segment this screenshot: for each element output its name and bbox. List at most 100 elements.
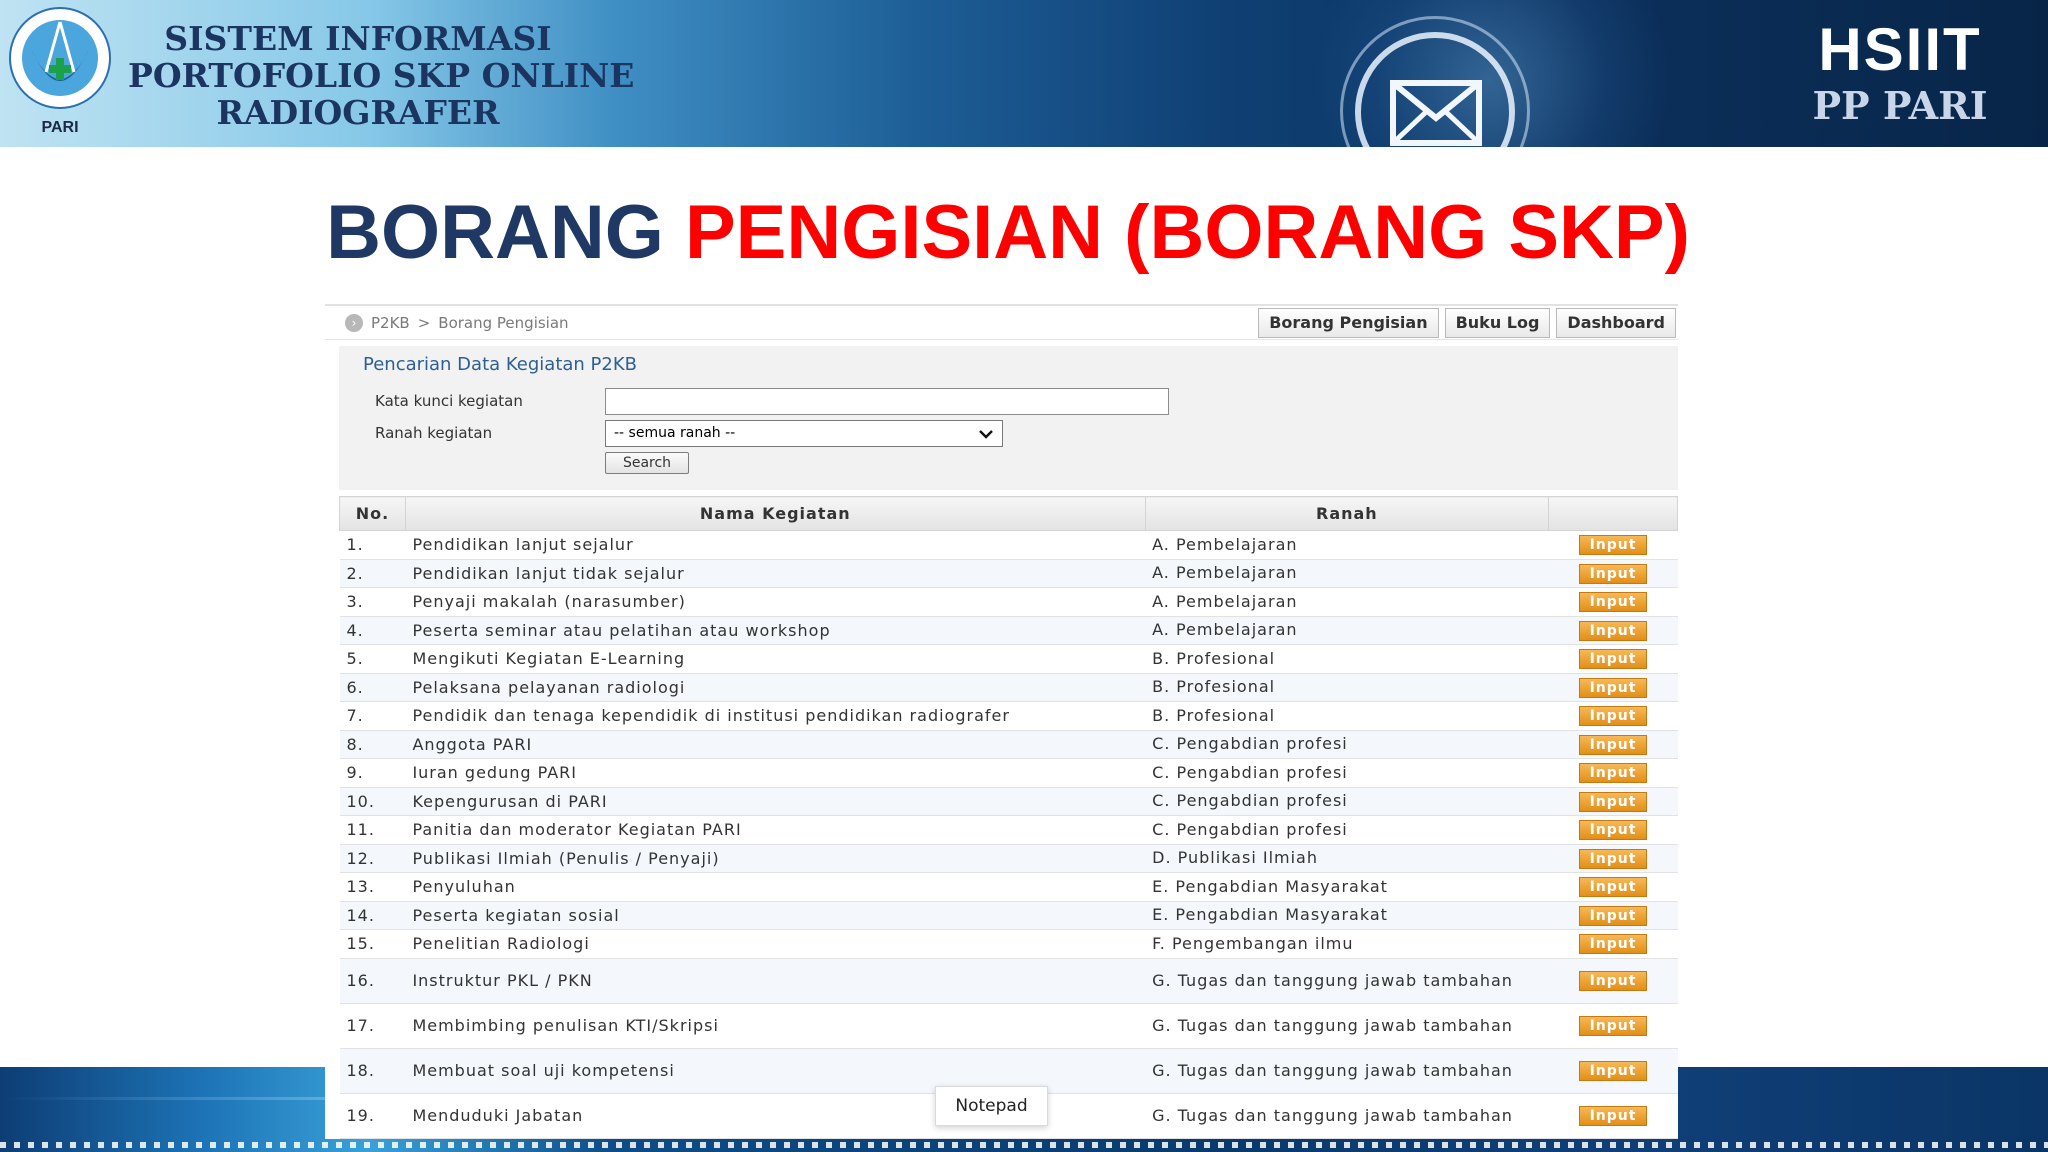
cell-nama-kegiatan: Penyuluhan bbox=[405, 872, 1146, 902]
search-button[interactable]: Search bbox=[605, 452, 689, 474]
keyword-input[interactable] bbox=[605, 388, 1169, 415]
chevron-down-icon bbox=[979, 429, 993, 439]
cell-action: Input bbox=[1548, 1048, 1678, 1094]
cell-action: Input bbox=[1548, 644, 1678, 674]
input-button[interactable]: Input bbox=[1579, 734, 1648, 755]
input-button[interactable]: Input bbox=[1579, 620, 1648, 641]
footer-dots bbox=[0, 1142, 2048, 1148]
input-button[interactable]: Input bbox=[1579, 563, 1648, 584]
system-title-line2: PORTOFOLIO SKP ONLINE bbox=[128, 56, 635, 95]
cell-no: 7. bbox=[339, 701, 406, 731]
system-title: SISTEM INFORMASI PORTOFOLIO SKP ONLINE R… bbox=[128, 19, 635, 131]
cell-ranah: C. Pengabdian profesi bbox=[1145, 787, 1549, 816]
cell-no: 9. bbox=[339, 758, 406, 788]
cell-no: 1. bbox=[339, 530, 406, 560]
table-header-row: No. Nama Kegiatan Ranah bbox=[339, 496, 1678, 531]
ranah-select[interactable]: -- semua ranah -- bbox=[605, 420, 1003, 447]
input-button[interactable]: Input bbox=[1579, 706, 1648, 727]
table-row: 2. Pendidikan lanjut tidak sejalur A. Pemb… bbox=[339, 559, 1678, 588]
table-row: 10. Kepengurusan di PARI C. Pengabdian pro… bbox=[339, 787, 1678, 816]
cell-no: 15. bbox=[339, 929, 406, 959]
table-row: 15. Penelitian Radiologi F. Pengembangan i… bbox=[339, 929, 1678, 959]
cell-ranah: G. Tugas dan tanggung jawab tambahan bbox=[1145, 1093, 1549, 1139]
cell-action: Input bbox=[1548, 815, 1678, 845]
cell-action: Input bbox=[1548, 958, 1678, 1004]
table-row: 1. Pendidikan lanjut sejalur A. Pembelajar… bbox=[339, 530, 1678, 560]
cell-no: 4. bbox=[339, 616, 406, 645]
input-button[interactable]: Input bbox=[1579, 1061, 1648, 1081]
input-button[interactable]: Input bbox=[1579, 848, 1648, 869]
cell-nama-kegiatan: Peserta kegiatan sosial bbox=[405, 901, 1146, 930]
cell-nama-kegiatan: Pelaksana pelayanan radiologi bbox=[405, 673, 1146, 702]
breadcrumb-current: Borang Pengisian bbox=[438, 314, 569, 332]
input-button[interactable]: Input bbox=[1579, 1016, 1648, 1036]
table-body: 1. Pendidikan lanjut sejalur A. Pembelajar… bbox=[339, 530, 1678, 1139]
header-ranah: Ranah bbox=[1144, 496, 1550, 531]
nav-buttons: Borang Pengisian Buku Log Dashboard bbox=[1258, 308, 1676, 338]
cell-action: Input bbox=[1548, 1093, 1678, 1139]
table-row: 11. Panitia dan moderator Kegiatan PARI C.… bbox=[339, 815, 1678, 845]
cell-nama-kegiatan: Publikasi Ilmiah (Penulis / Penyaji) bbox=[405, 844, 1146, 873]
cell-no: 14. bbox=[339, 901, 406, 930]
search-panel: Pencarian Data Kegiatan P2KB Kata kunci … bbox=[339, 346, 1678, 490]
cell-action: Input bbox=[1548, 901, 1678, 930]
cell-no: 5. bbox=[339, 644, 406, 674]
input-button[interactable]: Input bbox=[1579, 820, 1648, 841]
cell-no: 11. bbox=[339, 815, 406, 845]
cell-no: 3. bbox=[339, 587, 406, 617]
input-button[interactable]: Input bbox=[1579, 677, 1648, 698]
input-button[interactable]: Input bbox=[1579, 1106, 1648, 1126]
cell-nama-kegiatan: Mengikuti Kegiatan E-Learning bbox=[405, 644, 1146, 674]
cell-ranah: A. Pembelajaran bbox=[1145, 530, 1549, 560]
table-row: 9. Iuran gedung PARI C. Pengabdian profesi… bbox=[339, 758, 1678, 788]
input-button[interactable]: Input bbox=[1579, 535, 1648, 556]
input-button[interactable]: Input bbox=[1579, 905, 1648, 926]
cell-ranah: G. Tugas dan tanggung jawab tambahan bbox=[1145, 1048, 1549, 1094]
table-row: 3. Penyaji makalah (narasumber) A. Pembela… bbox=[339, 587, 1678, 617]
cell-action: Input bbox=[1548, 673, 1678, 702]
cell-no: 16. bbox=[339, 958, 406, 1004]
cell-nama-kegiatan: Iuran gedung PARI bbox=[405, 758, 1146, 788]
buku-log-button[interactable]: Buku Log bbox=[1444, 308, 1551, 338]
cell-ranah: B. Profesional bbox=[1145, 701, 1549, 731]
cell-nama-kegiatan: Penelitian Radiologi bbox=[405, 929, 1146, 959]
ranah-label: Ranah kegiatan bbox=[375, 424, 493, 442]
cell-ranah: B. Profesional bbox=[1145, 644, 1549, 674]
mail-icon bbox=[1390, 80, 1482, 146]
cell-nama-kegiatan: Penyaji makalah (narasumber) bbox=[405, 587, 1146, 617]
table-row: 5. Mengikuti Kegiatan E-Learning B. Profes… bbox=[339, 644, 1678, 674]
input-button[interactable]: Input bbox=[1579, 763, 1648, 784]
input-button[interactable]: Input bbox=[1579, 934, 1648, 955]
cell-nama-kegiatan: Instruktur PKL / PKN bbox=[405, 958, 1146, 1004]
table-row: 16. Instruktur PKL / PKN G. Tugas dan tang… bbox=[339, 958, 1678, 1004]
input-button[interactable]: Input bbox=[1579, 791, 1648, 812]
breadcrumb: › P2KB > Borang Pengisian bbox=[345, 314, 569, 332]
cell-action: Input bbox=[1548, 730, 1678, 759]
cell-no: 12. bbox=[339, 844, 406, 873]
cell-ranah: F. Pengembangan ilmu bbox=[1145, 929, 1549, 959]
input-button[interactable]: Input bbox=[1579, 649, 1648, 670]
cell-action: Input bbox=[1548, 559, 1678, 588]
cell-action: Input bbox=[1548, 844, 1678, 873]
cell-ranah: A. Pembelajaran bbox=[1145, 616, 1549, 645]
header-action bbox=[1548, 496, 1678, 531]
cell-ranah: A. Pembelajaran bbox=[1145, 559, 1549, 588]
notepad-taskbar-tooltip: Notepad bbox=[935, 1086, 1048, 1126]
system-title-line1: SISTEM INFORMASI bbox=[164, 19, 552, 58]
breadcrumb-root[interactable]: P2KB bbox=[371, 314, 410, 332]
table-row: 6. Pelaksana pelayanan radiologi B. Profes… bbox=[339, 673, 1678, 702]
ranah-selected-value: -- semua ranah -- bbox=[614, 425, 736, 441]
cell-nama-kegiatan: Pendidikan lanjut sejalur bbox=[405, 530, 1146, 560]
brand-hsiit: HSIIT bbox=[1818, 16, 1982, 83]
input-button[interactable]: Input bbox=[1579, 592, 1648, 613]
cell-ranah: B. Profesional bbox=[1145, 673, 1549, 702]
input-button[interactable]: Input bbox=[1579, 971, 1648, 991]
borang-pengisian-button[interactable]: Borang Pengisian bbox=[1258, 308, 1439, 338]
slide-heading: BORANG PENGISIAN (BORANG SKP) bbox=[0, 188, 2016, 278]
dashboard-button[interactable]: Dashboard bbox=[1556, 308, 1676, 338]
input-button[interactable]: Input bbox=[1579, 877, 1648, 898]
cell-no: 10. bbox=[339, 787, 406, 816]
table-row: 4. Peserta seminar atau pelatihan atau wo… bbox=[339, 616, 1678, 645]
table-row: 14. Peserta kegiatan sosial E. Pengabdian … bbox=[339, 901, 1678, 930]
cell-action: Input bbox=[1548, 787, 1678, 816]
